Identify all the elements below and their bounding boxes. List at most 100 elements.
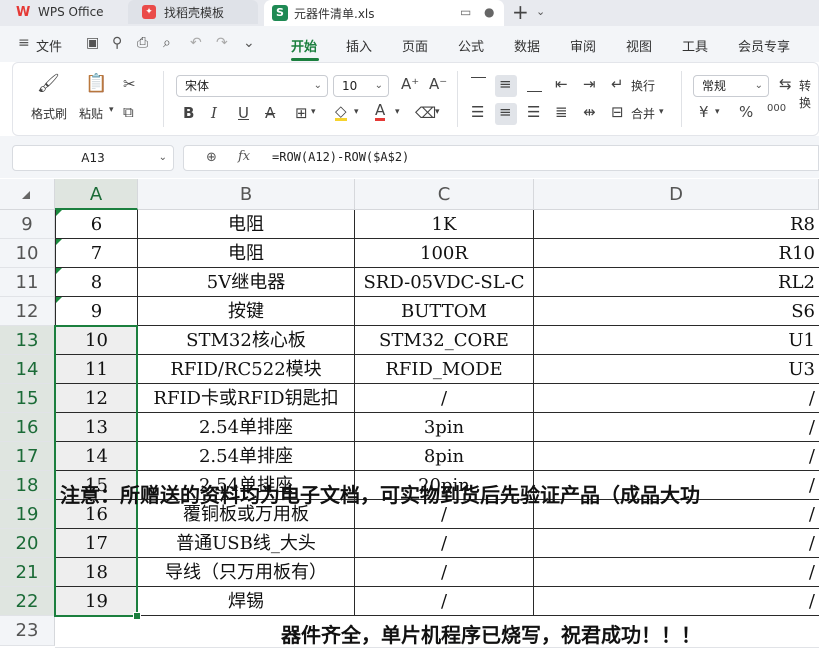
menu-formula[interactable]: 公式 — [458, 36, 484, 55]
wrap-text-button[interactable]: 换行 — [631, 77, 655, 94]
distribute-icon[interactable]: ⇹ — [583, 103, 596, 121]
border-icon[interactable]: ⊞ — [295, 104, 308, 122]
justify-icon[interactable]: ≣ — [555, 103, 568, 121]
align-middle-icon[interactable]: ≡ — [499, 75, 512, 93]
indent-increase-icon[interactable]: ⇥ — [583, 75, 596, 93]
cell-a[interactable]: 11 — [55, 355, 138, 384]
cell-a[interactable]: 14 — [55, 442, 138, 471]
cell-d[interactable]: R8 — [534, 210, 819, 239]
cell-c[interactable]: RFID_MODE — [355, 355, 534, 384]
font-name-select[interactable]: 宋体 ⌄ — [176, 75, 328, 97]
row-header[interactable]: 11 — [0, 268, 55, 297]
cell-d[interactable]: U1 — [534, 326, 819, 355]
increase-font-icon[interactable]: A⁺ — [401, 75, 419, 93]
select-all-corner[interactable] — [0, 179, 55, 210]
chevron-down-icon[interactable]: ▾ — [435, 107, 440, 117]
row-header[interactable]: 17 — [0, 442, 55, 471]
decrease-font-icon[interactable]: A⁻ — [429, 75, 447, 93]
menu-home[interactable]: 开始 — [291, 36, 317, 55]
column-header-d[interactable]: D — [534, 179, 819, 210]
cell-d[interactable]: / — [534, 529, 819, 558]
cell-b[interactable]: 普通USB线_大头 — [138, 529, 355, 558]
align-right-icon[interactable]: ☰ — [527, 103, 540, 121]
cell-a[interactable]: 18 — [55, 558, 138, 587]
column-header-b[interactable]: B — [138, 179, 355, 210]
row-header[interactable]: 21 — [0, 558, 55, 587]
cell-b[interactable]: 电阻 — [138, 210, 355, 239]
clear-format-icon[interactable]: ⌫ — [415, 104, 436, 122]
format-painter-icon[interactable]: 🖌 — [37, 73, 60, 94]
cell-b[interactable]: RFID/RC522模块 — [138, 355, 355, 384]
number-format-select[interactable]: 常规 ⌄ — [693, 75, 769, 97]
convert-button[interactable]: 转换 — [799, 77, 818, 111]
cell-d[interactable]: S6 — [534, 297, 819, 326]
chevron-down-icon[interactable]: ▾ — [715, 107, 720, 117]
chevron-down-icon[interactable]: ⌄ — [536, 5, 545, 18]
cell-a[interactable]: 10 — [55, 326, 138, 355]
paste-button[interactable]: 粘贴 — [79, 105, 103, 122]
indent-decrease-icon[interactable]: ⇤ — [555, 75, 568, 93]
font-color-icon[interactable]: A — [375, 103, 386, 121]
row-header[interactable]: 12 — [0, 297, 55, 326]
chevron-down-icon[interactable]: ▾ — [659, 107, 664, 117]
cell-c[interactable]: / — [355, 529, 534, 558]
fx-button[interactable]: fx — [238, 149, 250, 164]
merge-icon[interactable]: ⊟ — [611, 103, 624, 121]
align-left-icon[interactable]: ☰ — [471, 103, 484, 121]
align-center-icon[interactable]: ≡ — [499, 103, 512, 121]
cell-c[interactable]: 100R — [355, 239, 534, 268]
link-icon[interactable]: ⚲ — [112, 35, 122, 51]
cell-b[interactable]: RFID卡或RFID钥匙扣 — [138, 384, 355, 413]
fill-color-icon[interactable]: ◇ — [335, 104, 347, 121]
menu-page[interactable]: 页面 — [402, 36, 428, 55]
strikethrough-icon[interactable]: A — [265, 104, 275, 122]
cell-a[interactable]: 9 — [55, 297, 138, 326]
cell-a[interactable]: 8 — [55, 268, 138, 297]
menu-member[interactable]: 会员专享 — [738, 36, 790, 55]
tab-wps-office[interactable]: W WPS Office — [0, 0, 120, 24]
paste-dropdown-icon[interactable]: ▾ — [109, 105, 114, 115]
wrap-text-icon[interactable]: ↵ — [611, 75, 624, 93]
column-header-c[interactable]: C — [355, 179, 534, 210]
cell-c[interactable]: / — [355, 587, 534, 616]
cell-b[interactable]: 2.54单排座 — [138, 413, 355, 442]
thousands-button[interactable]: 000 — [767, 103, 786, 114]
cell-a[interactable]: 19 — [55, 587, 138, 616]
cell-d[interactable]: / — [534, 587, 819, 616]
cell-c[interactable]: / — [355, 558, 534, 587]
paste-icon[interactable]: 📋 — [85, 73, 107, 94]
cell-c[interactable]: 1K — [355, 210, 534, 239]
row-header[interactable]: 9 — [0, 210, 55, 239]
cell-b[interactable]: 焊锡 — [138, 587, 355, 616]
monitor-icon[interactable]: ▭ — [460, 5, 471, 19]
chevron-down-icon[interactable]: ▾ — [354, 107, 359, 117]
cell-c[interactable]: 8pin — [355, 442, 534, 471]
cut-icon[interactable]: ✂ — [123, 75, 136, 93]
row-header[interactable]: 18 — [0, 471, 55, 500]
cell-b[interactable]: 2.54单排座 — [138, 442, 355, 471]
row-header[interactable]: 10 — [0, 239, 55, 268]
underline-icon[interactable]: U — [238, 104, 249, 122]
cell-b[interactable]: 导线（只万用板有） — [138, 558, 355, 587]
cell-c[interactable]: 3pin — [355, 413, 534, 442]
fill-handle[interactable] — [133, 612, 141, 620]
merged-note-row[interactable]: 器件齐全，单片机程序已烧写，祝君成功！！！ — [55, 617, 819, 648]
row-header[interactable]: 13 — [0, 326, 55, 355]
cell-c[interactable]: BUTTOM — [355, 297, 534, 326]
convert-icon[interactable]: ⇆ — [779, 75, 792, 93]
menu-file[interactable]: 文件 — [36, 36, 62, 55]
cell-d[interactable]: R10 — [534, 239, 819, 268]
cell-d[interactable]: / — [534, 413, 819, 442]
cell-a[interactable]: 6 — [55, 210, 138, 239]
spreadsheet-grid[interactable]: A B C D 9 10 11 12 13 14 15 16 17 18 19 20 21 22 23 6电… — [0, 179, 819, 666]
zoom-icon[interactable]: ⊕ — [206, 150, 217, 165]
new-tab-button[interactable]: + — [512, 0, 529, 24]
save-icon[interactable]: ▣ — [86, 35, 99, 51]
chevron-down-icon[interactable]: ▾ — [395, 107, 400, 117]
cell-c[interactable]: / — [355, 384, 534, 413]
print-preview-icon[interactable]: ⌕ — [163, 35, 171, 51]
cell-d[interactable]: RL2 — [534, 268, 819, 297]
cell-a[interactable]: 12 — [55, 384, 138, 413]
print-icon[interactable]: ⎙ — [137, 35, 148, 51]
row-header[interactable]: 14 — [0, 355, 55, 384]
